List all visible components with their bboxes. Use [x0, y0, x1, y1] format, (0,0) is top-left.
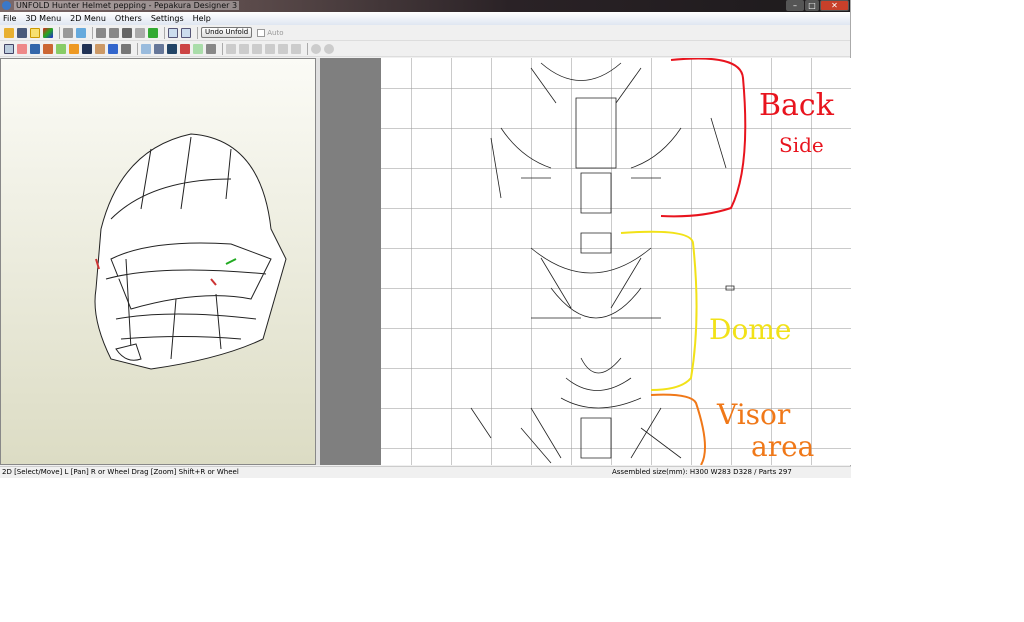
part-icon[interactable]: [135, 27, 145, 38]
auto-checkbox[interactable]: [257, 28, 266, 37]
auto-label: Auto: [267, 28, 284, 37]
minimize-button[interactable]: –: [786, 0, 804, 11]
annotation-dome: Dome: [709, 313, 792, 346]
texture-icon[interactable]: [43, 27, 53, 38]
select-icon[interactable]: [4, 43, 14, 54]
2d-view[interactable]: Back Side Dome Visor area: [320, 58, 851, 465]
fit-icon[interactable]: [141, 43, 151, 54]
preview-icon[interactable]: [193, 43, 203, 54]
status-hint: 2D [Select/Move] L [Pan] R or Wheel Drag…: [2, 468, 239, 476]
print-setup-icon[interactable]: [180, 43, 190, 54]
zoom-out-icon[interactable]: [324, 43, 334, 54]
single-view-icon[interactable]: [181, 27, 191, 38]
anchor-icon[interactable]: [122, 27, 132, 38]
pencil-icon[interactable]: [96, 27, 106, 38]
menu-2d[interactable]: 2D Menu: [70, 14, 106, 23]
text-icon[interactable]: [69, 43, 79, 54]
box-icon[interactable]: [76, 27, 86, 38]
toolbar-2d: [0, 41, 850, 57]
page-icon[interactable]: [167, 43, 177, 54]
layout-icon[interactable]: [30, 43, 40, 54]
toolbar-main: Undo Unfold Auto: [0, 25, 850, 41]
undo-icon[interactable]: [108, 43, 118, 54]
menu-help[interactable]: Help: [193, 14, 211, 23]
maximize-button[interactable]: □: [805, 0, 819, 11]
app-icon: [2, 1, 11, 10]
align-right-icon[interactable]: [252, 43, 262, 54]
status-assembled-size: Assembled size(mm): H300 W283 D328 / Par…: [612, 468, 792, 476]
helmet-model: [94, 133, 287, 370]
menu-others[interactable]: Others: [115, 14, 142, 23]
join-icon[interactable]: [95, 43, 105, 54]
window-title: UNFOLD Hunter Helmet pepping - Pepakura …: [14, 1, 240, 10]
open-icon[interactable]: [4, 27, 14, 38]
3d-view[interactable]: [0, 58, 316, 465]
align-left-icon[interactable]: [226, 43, 236, 54]
image-icon[interactable]: [82, 43, 92, 54]
arrange-icon[interactable]: [154, 43, 164, 54]
color-icon[interactable]: [43, 43, 53, 54]
align-bottom-icon[interactable]: [291, 43, 301, 54]
align-center-icon[interactable]: [239, 43, 249, 54]
save-icon[interactable]: [17, 27, 27, 38]
annotation-area: area: [751, 430, 815, 463]
annotation-visor: Visor: [717, 398, 791, 431]
align-top-icon[interactable]: [265, 43, 275, 54]
unfold-icon[interactable]: [148, 27, 158, 38]
title-bar: UNFOLD Hunter Helmet pepping - Pepakura …: [0, 0, 850, 12]
rotate-icon[interactable]: [63, 27, 73, 38]
menu-settings[interactable]: Settings: [151, 14, 184, 23]
edge-icon[interactable]: [17, 43, 27, 54]
status-bar: 2D [Select/Move] L [Pan] R or Wheel Drag…: [0, 466, 851, 478]
menu-3d[interactable]: 3D Menu: [25, 14, 61, 23]
undo-unfold-button[interactable]: Undo Unfold: [201, 27, 253, 38]
menu-bar: File 3D Menu 2D Menu Others Settings Hel…: [0, 12, 850, 25]
menu-file[interactable]: File: [3, 14, 16, 23]
paper-sheet: Back Side Dome Visor area: [381, 58, 851, 465]
glue-icon[interactable]: [109, 27, 119, 38]
app-window: UNFOLD Hunter Helmet pepping - Pepakura …: [0, 0, 851, 478]
print-icon[interactable]: [206, 43, 216, 54]
zoom-in-icon[interactable]: [311, 43, 321, 54]
annotation-back: Back: [759, 88, 834, 123]
redo-icon[interactable]: [121, 43, 131, 54]
close-button[interactable]: ✕: [820, 0, 849, 11]
flap-icon[interactable]: [56, 43, 66, 54]
split-view-icon[interactable]: [168, 27, 178, 38]
light-icon[interactable]: [30, 27, 40, 38]
annotation-side: Side: [779, 133, 824, 157]
align-middle-icon[interactable]: [278, 43, 288, 54]
